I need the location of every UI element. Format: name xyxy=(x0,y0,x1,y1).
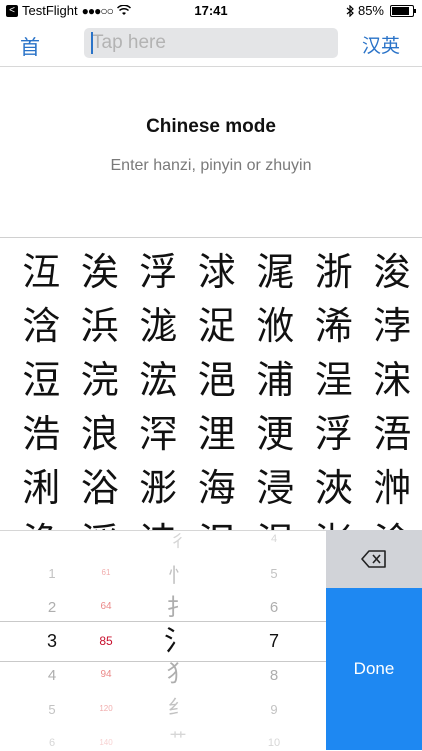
hanzi-cell[interactable]: 沍 xyxy=(12,245,71,299)
text-caret xyxy=(91,32,93,54)
hanzi-cell[interactable]: 浣 xyxy=(71,353,130,407)
hanzi-cell[interactable]: 浼 xyxy=(12,515,71,530)
picker-item[interactable]: 4 xyxy=(22,668,82,683)
hanzi-cell[interactable]: 海 xyxy=(188,461,247,515)
picker-item[interactable]: 犭 xyxy=(148,662,208,686)
picker-item[interactable]: 85 xyxy=(76,635,136,647)
picker-item[interactable]: 120 xyxy=(76,705,136,713)
bluetooth-icon xyxy=(346,4,354,17)
hanzi-cell[interactable]: 浦 xyxy=(246,353,305,407)
picker-item[interactable]: 6 xyxy=(22,737,82,749)
status-bar: < TestFlight ●●●○○ 17:41 85% xyxy=(0,0,422,22)
picker-item[interactable]: 8 xyxy=(244,668,304,683)
backspace-icon xyxy=(361,550,386,568)
hanzi-cell[interactable]: 浠 xyxy=(305,299,364,353)
char-row: 浢浣浤浥浦浧浨 xyxy=(12,353,422,407)
hanzi-cell[interactable]: 浭 xyxy=(246,407,305,461)
picker-item[interactable]: 3 xyxy=(22,632,82,650)
picker-item[interactable]: 94 xyxy=(76,670,136,680)
hanzi-cell[interactable]: 浚 xyxy=(363,245,422,299)
mode-subtitle: Enter hanzi, pinyin or zhuyin xyxy=(110,157,312,174)
hanzi-cell[interactable]: 浮 xyxy=(305,407,364,461)
mode-title: Chinese mode xyxy=(146,116,276,137)
hanzi-cell[interactable]: 浛 xyxy=(12,299,71,353)
nav-bar: 首 汉英 xyxy=(0,22,422,67)
picker-item[interactable]: 忄 xyxy=(148,565,208,585)
picker-item[interactable]: 艹 xyxy=(148,731,208,749)
picker-item[interactable]: 5 xyxy=(244,567,304,580)
hanzi-cell[interactable]: 浴 xyxy=(71,461,130,515)
radical-stroke-picker[interactable]: 1 2 3 4 5 6 61 64 85 94 120 140 彳忄扌氵犭纟艹 4 5 6 7 8 9 10 xyxy=(0,530,326,751)
hanzi-cell[interactable]: 涂 xyxy=(363,515,422,530)
hanzi-cell[interactable]: 浜 xyxy=(71,299,130,353)
radical-index-wheel[interactable]: 61 64 85 94 120 140 xyxy=(76,531,136,751)
divider xyxy=(0,237,422,238)
picker-item[interactable]: 10 xyxy=(244,737,304,749)
hanzi-cell[interactable]: 浙 xyxy=(305,245,364,299)
hanzi-cell[interactable]: 浰 xyxy=(12,461,71,515)
picker-item[interactable]: 7 xyxy=(244,632,304,650)
hanzi-cell[interactable]: 浾 xyxy=(129,515,188,530)
character-grid: 沍涘浮浗浘浙浚浛浜浝浞浟浠浡浢浣浤浥浦浧浨浩浪浫浬浭浮浯浰浴浵海浸浹浺浼浽浾浿涀… xyxy=(0,245,422,530)
hanzi-cell[interactable]: 浡 xyxy=(363,299,422,353)
hanzi-cell[interactable]: 涁 xyxy=(305,515,364,530)
battery-level xyxy=(392,6,409,15)
picker-item[interactable]: 2 xyxy=(22,600,82,615)
hanzi-cell[interactable]: 浬 xyxy=(188,407,247,461)
hanzi-cell[interactable]: 浫 xyxy=(129,407,188,461)
hanzi-cell[interactable]: 浸 xyxy=(246,461,305,515)
picker-item[interactable]: 1 xyxy=(22,567,82,580)
home-button[interactable]: 首 xyxy=(20,31,40,60)
char-row: 浰浴浵海浸浹浺 xyxy=(12,461,422,515)
done-button[interactable]: Done xyxy=(326,588,422,750)
hanzi-cell[interactable]: 浥 xyxy=(188,353,247,407)
picker-item[interactable]: 9 xyxy=(244,703,304,716)
picker-item[interactable]: 61 xyxy=(76,569,136,577)
char-row: 浛浜浝浞浟浠浡 xyxy=(12,299,422,353)
picker-item[interactable]: 扌 xyxy=(148,596,208,620)
hanzi-cell[interactable]: 涀 xyxy=(246,515,305,530)
picker-item[interactable]: 彳 xyxy=(148,533,208,551)
char-row: 浩浪浫浬浭浮浯 xyxy=(12,407,422,461)
picker-item[interactable]: 4 xyxy=(244,533,304,545)
hanzi-cell[interactable]: 浟 xyxy=(246,299,305,353)
hanzi-cell[interactable]: 浮 xyxy=(129,245,188,299)
hanzi-cell[interactable]: 浽 xyxy=(71,515,130,530)
char-row: 沍涘浮浗浘浙浚 xyxy=(12,245,422,299)
hanzi-cell[interactable]: 浨 xyxy=(363,353,422,407)
hanzi-cell[interactable]: 浞 xyxy=(188,299,247,353)
hanzi-cell[interactable]: 浤 xyxy=(129,353,188,407)
keyboard-actions: Done xyxy=(326,530,422,750)
hanzi-cell[interactable]: 浩 xyxy=(12,407,71,461)
backspace-key[interactable] xyxy=(326,530,422,588)
hanzi-cell[interactable]: 涘 xyxy=(71,245,130,299)
char-row: 浼浽浾浿涀涁涂 xyxy=(12,515,422,530)
hanzi-cell[interactable]: 浗 xyxy=(188,245,247,299)
picker-item[interactable]: 64 xyxy=(76,602,136,612)
hanzi-cell[interactable]: 浺 xyxy=(363,461,422,515)
hanzi-cell[interactable]: 浿 xyxy=(188,515,247,530)
hanzi-cell[interactable]: 浪 xyxy=(71,407,130,461)
hanzi-cell[interactable]: 浹 xyxy=(305,461,364,515)
battery-percent: 85% xyxy=(357,3,384,18)
hanzi-cell[interactable]: 浢 xyxy=(12,353,71,407)
hanzi-cell[interactable]: 浝 xyxy=(129,299,188,353)
picker-item[interactable]: 5 xyxy=(22,703,82,716)
hanzi-cell[interactable]: 浯 xyxy=(363,407,422,461)
radical-wheel[interactable]: 彳忄扌氵犭纟艹 xyxy=(148,531,208,751)
picker-item[interactable]: 氵 xyxy=(148,627,208,655)
picker-item[interactable]: 140 xyxy=(76,739,136,747)
language-toggle-button[interactable]: 汉英 xyxy=(362,31,400,58)
hanzi-cell[interactable]: 浧 xyxy=(305,353,364,407)
picker-item[interactable]: 6 xyxy=(244,600,304,615)
stroke-count-wheel[interactable]: 1 2 3 4 5 6 xyxy=(22,531,82,751)
hanzi-cell[interactable]: 浘 xyxy=(246,245,305,299)
hanzi-cell[interactable]: 浵 xyxy=(129,461,188,515)
battery-icon xyxy=(390,4,416,17)
picker-item[interactable]: 纟 xyxy=(148,697,208,717)
search-input[interactable] xyxy=(84,28,338,58)
remaining-strokes-wheel[interactable]: 4 5 6 7 8 9 10 xyxy=(244,531,304,751)
